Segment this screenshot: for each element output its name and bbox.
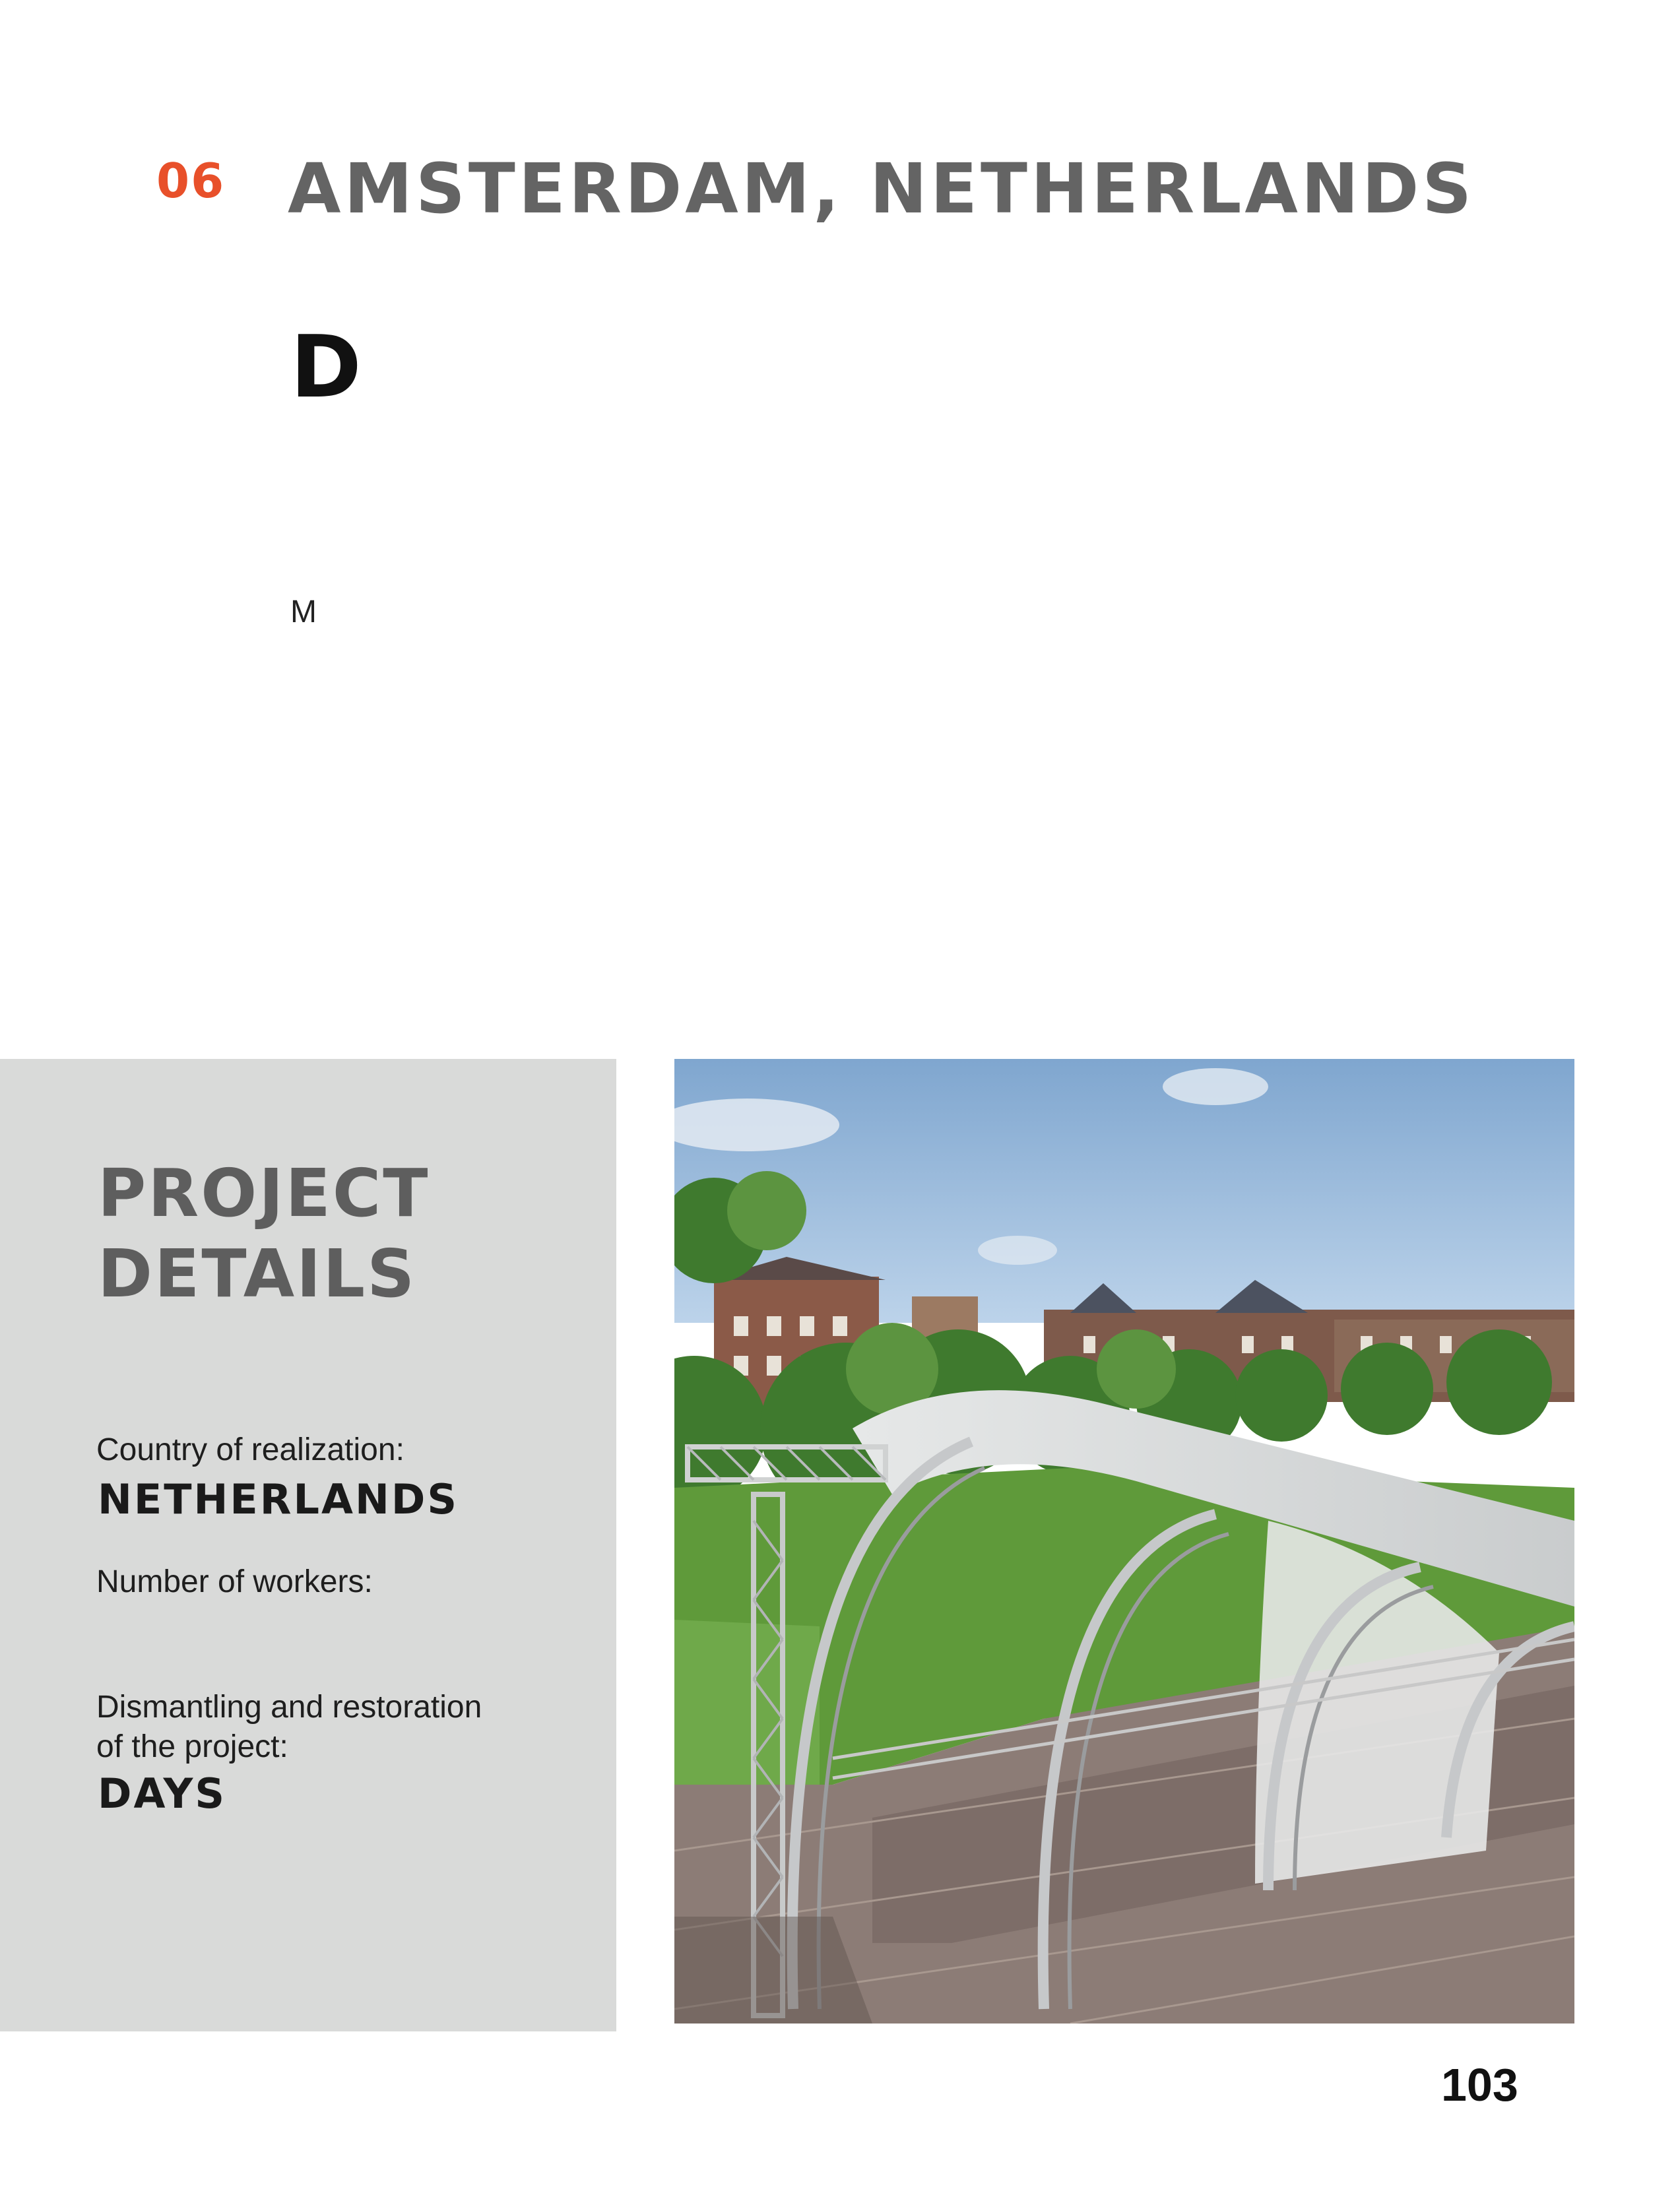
- project-details-heading-line1: PROJECT: [98, 1155, 430, 1232]
- workers-label: Number of workers:: [96, 1564, 373, 1599]
- page-number: 103: [1441, 2059, 1518, 2111]
- project-details-heading-line2: DETAILS: [98, 1235, 417, 1312]
- dismantling-value: DAYS: [98, 1769, 227, 1818]
- stage-truss-photo: [674, 1059, 1574, 2024]
- section-number: 06: [156, 153, 226, 208]
- country-value: NETHERLANDS: [98, 1475, 459, 1523]
- project-details-heading: PROJECT DETAILS: [98, 1153, 430, 1314]
- dismantling-label-line2: of the project:: [96, 1729, 288, 1764]
- dismantling-label-line1: Dismantling and restoration: [96, 1690, 482, 1725]
- intro-body-letter: M: [290, 594, 317, 629]
- page-title: AMSTERDAM, NETHERLANDS: [288, 148, 1475, 229]
- intro-drop-letter: D: [290, 317, 362, 417]
- country-label: Country of realization:: [96, 1432, 404, 1467]
